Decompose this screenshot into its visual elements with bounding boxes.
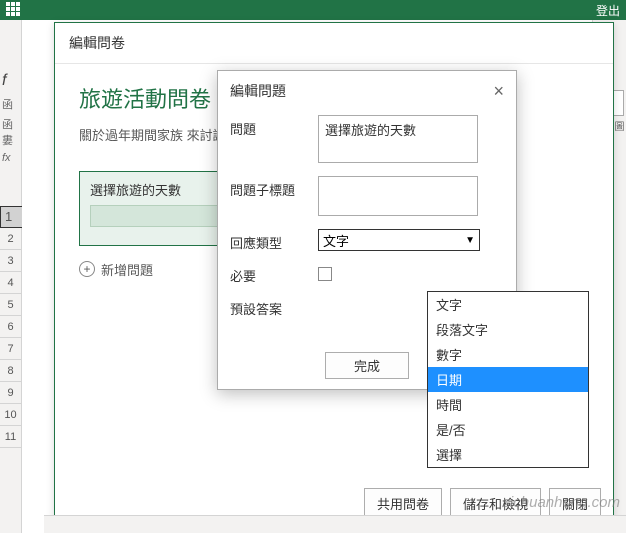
dropdown-option[interactable]: 段落文字	[428, 317, 588, 342]
required-field-label: 必要	[230, 262, 318, 285]
panel-header: 編輯問卷	[55, 23, 613, 64]
type-field-label: 回應類型	[230, 229, 318, 252]
select-value: 文字	[323, 231, 349, 250]
fx-sub2: 函婁	[0, 114, 21, 150]
top-bar: 登出	[0, 0, 626, 20]
dropdown-option[interactable]: 數字	[428, 342, 588, 367]
dialog-title: 編輯問題	[230, 81, 286, 101]
left-gutter: f 函 函婁 fx 1 2 3 4 5 6 7 8 9 10 11	[0, 20, 22, 533]
chevron-down-icon: ▼	[465, 235, 475, 246]
fx-note: fx	[0, 150, 21, 166]
row-header[interactable]: 8	[0, 360, 21, 382]
default-field-label: 預設答案	[230, 295, 318, 318]
row-header[interactable]: 5	[0, 294, 21, 316]
add-question-label: 新增問題	[101, 260, 153, 279]
row-header[interactable]: 3	[0, 250, 21, 272]
logout-link[interactable]: 登出	[596, 2, 620, 19]
response-type-dropdown: 文字段落文字數字日期時間是/否選擇	[427, 291, 589, 468]
dropdown-option[interactable]: 文字	[428, 292, 588, 317]
edit-question-dialog: 編輯問題 × 問題 問題子標題 回應類型 文字 ▼	[217, 70, 517, 390]
row-header[interactable]: 7	[0, 338, 21, 360]
plus-icon: +	[79, 261, 95, 277]
close-icon[interactable]: ×	[493, 82, 504, 100]
dropdown-option[interactable]: 選擇	[428, 442, 588, 467]
row-header[interactable]: 10	[0, 404, 21, 426]
row-header[interactable]: 9	[0, 382, 21, 404]
subtitle-field-label: 問題子標題	[230, 176, 318, 219]
done-button[interactable]: 完成	[325, 352, 409, 379]
status-bar	[44, 515, 626, 533]
fx-sub1: 函	[0, 94, 21, 114]
response-type-select[interactable]: 文字 ▼	[318, 229, 480, 251]
question-field-label: 問題	[230, 115, 318, 166]
subtitle-input[interactable]	[318, 176, 478, 216]
dropdown-option[interactable]: 時間	[428, 392, 588, 417]
apps-icon[interactable]	[6, 2, 22, 18]
row-header[interactable]: 2	[0, 228, 21, 250]
row-headers: 1 2 3 4 5 6 7 8 9 10 11	[0, 206, 21, 448]
row-header[interactable]: 11	[0, 426, 21, 448]
row-header[interactable]: 6	[0, 316, 21, 338]
fx-symbol: f	[0, 68, 21, 94]
row-header[interactable]: 4	[0, 272, 21, 294]
question-input[interactable]	[318, 115, 478, 163]
dropdown-option[interactable]: 是/否	[428, 417, 588, 442]
dropdown-option[interactable]: 日期	[428, 367, 588, 392]
required-checkbox[interactable]	[318, 267, 332, 281]
